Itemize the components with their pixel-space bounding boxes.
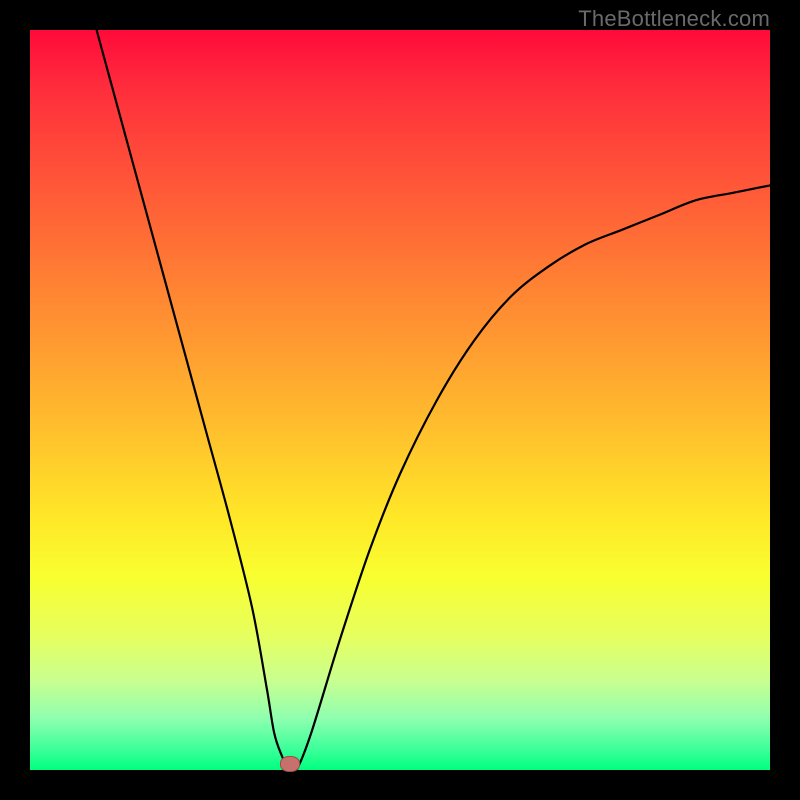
curve-svg — [30, 30, 770, 770]
bottleneck-curve — [97, 30, 770, 773]
chart-frame: TheBottleneck.com — [0, 0, 800, 800]
optimum-marker — [280, 756, 300, 772]
watermark-text: TheBottleneck.com — [578, 6, 770, 32]
plot-area — [30, 30, 770, 770]
